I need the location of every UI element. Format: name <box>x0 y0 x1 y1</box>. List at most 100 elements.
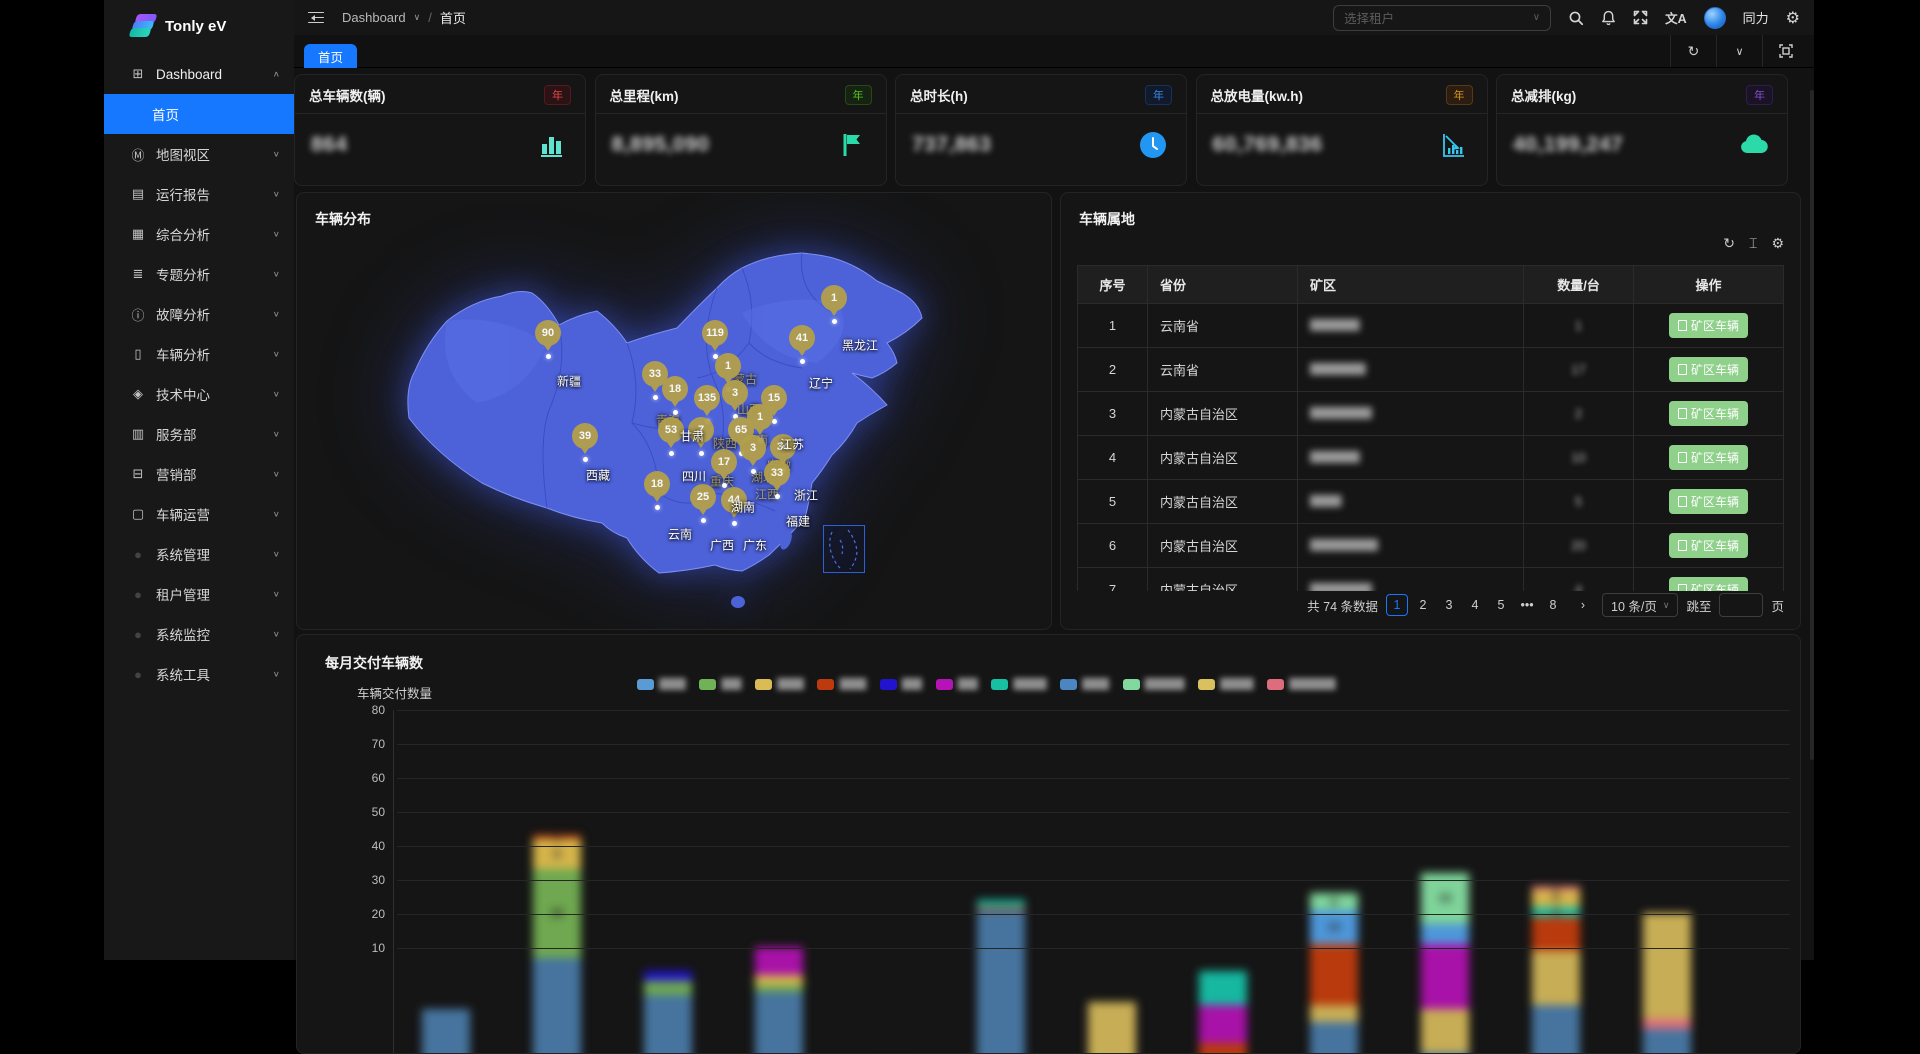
cell-index: 7 <box>1077 567 1148 591</box>
map-pin[interactable]: 18 <box>662 376 688 407</box>
cell-action: 矿区车辆 <box>1633 391 1784 436</box>
map-pin[interactable]: 1 <box>821 285 847 316</box>
map-pin[interactable]: 90 <box>535 320 561 351</box>
stat-card-body: 864 <box>295 114 585 176</box>
refresh-icon[interactable]: ↻ <box>1723 235 1735 252</box>
stat-card-body: 737,863 <box>896 114 1186 176</box>
map-pin[interactable]: 3 <box>740 435 766 466</box>
map-pin[interactable]: 39 <box>572 423 598 454</box>
sidebar-item-label: 服务部 <box>156 428 197 443</box>
bar-segment <box>422 1008 470 1053</box>
menu-fold-icon[interactable] <box>308 11 324 24</box>
fullscreen-icon[interactable] <box>1633 10 1648 25</box>
period-badge[interactable]: 年 <box>1746 85 1773 105</box>
y-tick-label: 20 <box>371 907 385 921</box>
column-height-icon[interactable]: ⌶ <box>1749 235 1757 252</box>
map-pin[interactable]: 1 <box>715 353 741 384</box>
bar-month-9[interactable]: 10 5 <box>1310 893 1358 1053</box>
pagination-ellipsis: ••• <box>1520 598 1534 612</box>
map-pin[interactable]: 3 <box>722 380 748 411</box>
map-pin[interactable]: 135 <box>694 385 720 416</box>
sidebar-item-综合分析[interactable]: ▦ 综合分析 ∨ <box>104 214 294 254</box>
sidebar-item-车辆运营[interactable]: ▢ 车辆运营 ∨ <box>104 494 294 534</box>
page-button-2[interactable]: 2 <box>1412 594 1434 616</box>
sidebar-item-地图视区[interactable]: Ⓜ 地图视区 ∨ <box>104 134 294 174</box>
username[interactable]: 同力 <box>1743 8 1769 27</box>
period-badge[interactable]: 年 <box>1145 85 1172 105</box>
sidebar-item-Dashboard[interactable]: ⊞ Dashboard ∧ <box>104 54 294 94</box>
sidebar-item-系统工具[interactable]: ● 系统工具 ∨ <box>104 654 294 694</box>
bar-month-2[interactable]: 26 9 1 <box>533 830 581 1053</box>
next-page-button[interactable]: › <box>1572 594 1594 616</box>
bar-month-6[interactable] <box>977 899 1025 1053</box>
chevron-down-icon[interactable]: ∨ <box>1716 35 1762 67</box>
brand: Tonly eV <box>104 0 294 48</box>
bar-month-11[interactable]: 351 <box>1532 881 1580 1053</box>
bar-segment <box>644 971 692 982</box>
sidebar-item-营销部[interactable]: ⊟ 营销部 ∨ <box>104 454 294 494</box>
period-badge[interactable]: 年 <box>844 85 872 105</box>
page-button-4[interactable]: 4 <box>1464 594 1486 616</box>
map-pin[interactable]: 25 <box>690 484 716 515</box>
sidebar-item-车辆分析[interactable]: ▯ 车辆分析 ∨ <box>104 334 294 374</box>
bar-month-12[interactable] <box>1643 913 1691 1053</box>
mine-vehicles-button[interactable]: 矿区车辆 <box>1668 577 1748 591</box>
sidebar-item-专题分析[interactable]: ≣ 专题分析 ∨ <box>104 254 294 294</box>
cell-province: 内蒙古自治区 <box>1147 567 1298 591</box>
expand-icon[interactable] <box>1762 35 1808 67</box>
map-pin[interactable]: 18 <box>644 471 670 502</box>
translate-icon[interactable]: 文A <box>1665 8 1687 27</box>
table-row: 7 内蒙古自治区 ██████████ 4 矿区车辆 <box>1077 567 1784 591</box>
scrollbar[interactable] <box>1810 90 1814 760</box>
mine-vehicles-button[interactable]: 矿区车辆 <box>1668 313 1748 338</box>
page-size-select[interactable]: 10 条/页 ∨ <box>1602 593 1679 617</box>
bar-month-4[interactable] <box>755 947 803 1053</box>
mine-button-label: 矿区车辆 <box>1690 583 1739 591</box>
bar-month-1[interactable] <box>422 1008 470 1053</box>
map-province-label: 湖南 <box>730 500 756 515</box>
mine-vehicles-button[interactable]: 矿区车辆 <box>1668 489 1748 514</box>
sidebar-item-首页[interactable]: 首页 <box>104 94 294 134</box>
bell-icon[interactable] <box>1601 10 1616 26</box>
tenant-select[interactable]: 选择租户 ∨ <box>1333 4 1552 31</box>
sidebar-item-故障分析[interactable]: ⓘ 故障分析 ∨ <box>104 294 294 334</box>
period-badge[interactable]: 年 <box>1445 85 1473 105</box>
sidebar-item-运行报告[interactable]: ▤ 运行报告 ∨ <box>104 174 294 214</box>
sidebar-item-租户管理[interactable]: ● 租户管理 ∨ <box>104 574 294 614</box>
bar-month-8[interactable] <box>1199 971 1247 1053</box>
segment-value-label: 3 <box>1552 904 1560 919</box>
menu-icon: ⊞ <box>132 66 144 81</box>
map-pin[interactable]: 33 <box>764 460 790 491</box>
bar-month-10[interactable]: 15 <box>1421 872 1469 1053</box>
mine-vehicles-button[interactable]: 矿区车辆 <box>1668 533 1748 558</box>
cell-mine-masked: ███████████ <box>1297 523 1524 568</box>
sidebar-item-技术中心[interactable]: ◈ 技术中心 ∨ <box>104 374 294 414</box>
bar-month-3[interactable] <box>644 971 692 1053</box>
search-icon[interactable] <box>1568 10 1584 26</box>
settings-gear-icon[interactable]: ⚙ <box>1771 235 1784 252</box>
refresh-icon[interactable]: ↻ <box>1670 35 1716 67</box>
jump-page-input[interactable] <box>1719 593 1764 617</box>
sidebar-item-系统监控[interactable]: ● 系统监控 ∨ <box>104 614 294 654</box>
page-button-8[interactable]: 8 <box>1542 594 1564 616</box>
settings-gear-icon[interactable]: ⚙ <box>1786 8 1800 28</box>
stat-card-2: 总里程(km) 年 8,895,090 <box>594 74 887 186</box>
mine-vehicles-button[interactable]: 矿区车辆 <box>1668 401 1748 426</box>
page-button-1[interactable]: 1 <box>1386 594 1409 616</box>
avatar[interactable] <box>1703 6 1726 29</box>
cell-action: 矿区车辆 <box>1633 523 1784 568</box>
period-badge[interactable]: 年 <box>544 85 571 105</box>
mine-vehicles-button[interactable]: 矿区车辆 <box>1668 357 1748 382</box>
map-pin[interactable]: 41 <box>789 325 815 356</box>
sidebar-item-系统管理[interactable]: ● 系统管理 ∨ <box>104 534 294 574</box>
breadcrumb-root[interactable]: Dashboard <box>342 10 406 25</box>
map-pin[interactable]: 119 <box>702 320 728 351</box>
map-pin[interactable]: 17 <box>711 449 737 480</box>
stat-value: 864 <box>311 133 348 156</box>
sidebar-item-服务部[interactable]: ▥ 服务部 ∨ <box>104 414 294 454</box>
page-button-5[interactable]: 5 <box>1490 594 1512 616</box>
mine-vehicles-button[interactable]: 矿区车辆 <box>1668 445 1748 470</box>
bar-month-7[interactable] <box>1088 1001 1136 1053</box>
tab-home[interactable]: 首页 <box>304 44 358 68</box>
page-button-3[interactable]: 3 <box>1438 594 1460 616</box>
